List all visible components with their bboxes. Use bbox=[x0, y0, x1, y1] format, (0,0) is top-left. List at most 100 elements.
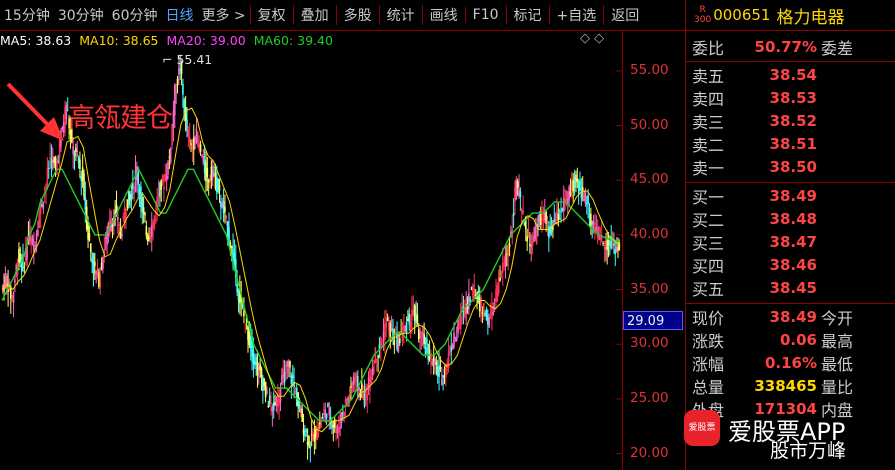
candle bbox=[272, 391, 275, 419]
tool-button-7[interactable]: +自选 bbox=[548, 5, 604, 25]
tool-button-6[interactable]: 标记 bbox=[505, 5, 549, 25]
annotation-text: 高瓴建仓 bbox=[68, 103, 173, 134]
candle bbox=[289, 360, 291, 378]
candle bbox=[325, 413, 328, 425]
candle bbox=[596, 219, 599, 245]
watermark-subtitle: 股市万峰 bbox=[770, 440, 847, 462]
candle bbox=[99, 267, 102, 295]
bid-row-value: 38.47 bbox=[769, 232, 817, 251]
quote-row: 涨跌 0.06 最高 bbox=[686, 328, 853, 351]
candle bbox=[176, 75, 179, 94]
candle bbox=[359, 388, 362, 401]
candle bbox=[548, 221, 550, 252]
ask-row-value: 38.53 bbox=[769, 88, 817, 107]
chart-toolbar: 15分钟 30分钟 60分钟 日线 更多 > 复权 叠加 多股 统计 画线 F10 标记 +自选 返回 bbox=[0, 0, 685, 31]
candle bbox=[579, 171, 581, 192]
candle bbox=[572, 173, 575, 203]
chart-divider bbox=[622, 30, 623, 470]
candle bbox=[447, 337, 450, 373]
quote-row-label2: 今开 bbox=[821, 308, 854, 328]
current-price-tag: 29.09 bbox=[623, 311, 683, 330]
y-tick-label: 55.00 bbox=[630, 61, 669, 78]
bid-row-label: 买五 bbox=[692, 280, 725, 300]
candle bbox=[211, 159, 214, 187]
ask-row-value: 38.50 bbox=[769, 158, 817, 177]
candle bbox=[31, 234, 34, 246]
candle bbox=[423, 322, 425, 349]
ask-row-label: 卖三 bbox=[692, 112, 725, 132]
candle bbox=[603, 241, 606, 263]
y-tick-label: 40.00 bbox=[630, 225, 669, 242]
weibi-row-label2: 委差 bbox=[821, 38, 854, 58]
candle bbox=[400, 319, 402, 335]
bid-row-label: 买四 bbox=[692, 257, 725, 277]
candle bbox=[501, 247, 504, 286]
candle bbox=[228, 212, 230, 244]
tool-button-3[interactable]: 统计 bbox=[378, 5, 422, 25]
bid-row-label: 买一 bbox=[692, 187, 725, 207]
tool-button-1[interactable]: 叠加 bbox=[292, 5, 336, 25]
ask-row: 卖一 38.50 bbox=[686, 156, 817, 179]
candle bbox=[361, 368, 363, 399]
quote-row-label2: 最低 bbox=[821, 354, 854, 374]
tool-button-2[interactable]: 多股 bbox=[335, 5, 379, 25]
quote-row: 涨幅 0.16% 最低 bbox=[686, 351, 853, 374]
candle bbox=[497, 269, 500, 297]
y-tick-label: 45.00 bbox=[630, 171, 669, 188]
peak-price-label: ⌐ 55.41 bbox=[162, 52, 213, 67]
tool-button-8[interactable]: 返回 bbox=[603, 5, 646, 25]
period-tab-4[interactable]: 更多 > bbox=[197, 5, 249, 25]
bid-row: 买四 38.46 bbox=[686, 254, 817, 277]
candle bbox=[526, 228, 528, 251]
candle bbox=[529, 232, 531, 254]
candle bbox=[512, 198, 515, 228]
quote-row-label2: 最高 bbox=[821, 331, 854, 351]
ask-row: 卖五 38.54 bbox=[686, 63, 817, 86]
watermark-logo: 爱股票 bbox=[684, 410, 720, 446]
tool-button-0[interactable]: 复权 bbox=[249, 5, 293, 25]
peak-price-value: 55.41 bbox=[176, 52, 213, 67]
index-tag: R 300 bbox=[694, 5, 711, 25]
ma-legend-item: MA10: 38.65 bbox=[79, 32, 159, 48]
period-tab-2[interactable]: 60分钟 bbox=[108, 5, 162, 25]
ask-row: 卖二 38.51 bbox=[686, 133, 817, 156]
quote-row-label2: 量比 bbox=[821, 378, 854, 398]
ask-row: 卖四 38.53 bbox=[686, 86, 817, 109]
candle bbox=[75, 143, 77, 161]
candle bbox=[340, 412, 343, 429]
candle bbox=[539, 206, 542, 230]
candle bbox=[79, 151, 81, 179]
quote-row-label: 涨幅 bbox=[692, 354, 725, 374]
candle bbox=[274, 394, 276, 406]
weibi-row-value: 50.77% bbox=[754, 37, 817, 56]
candle bbox=[374, 346, 377, 364]
candle bbox=[42, 201, 45, 215]
candle bbox=[531, 232, 534, 255]
bid-row: 买一 38.49 bbox=[686, 184, 817, 207]
ask-row-value: 38.52 bbox=[769, 111, 817, 130]
tool-button-5[interactable]: F10 bbox=[464, 7, 506, 23]
period-tab-3[interactable]: 日线 bbox=[161, 5, 197, 25]
candle bbox=[527, 216, 530, 239]
candle bbox=[541, 200, 543, 233]
candle bbox=[301, 402, 303, 423]
candle bbox=[427, 343, 430, 365]
stock-header[interactable]: R 300 000651 格力电器 bbox=[686, 0, 895, 31]
candle bbox=[515, 176, 518, 201]
candle bbox=[324, 402, 327, 423]
candle bbox=[23, 261, 26, 274]
chart-control-icons[interactable]: ◇ ◇ bbox=[580, 31, 604, 46]
stock-name: 格力电器 bbox=[776, 7, 845, 28]
candle bbox=[153, 215, 156, 231]
candle bbox=[504, 246, 507, 279]
bid-row-label: 买二 bbox=[692, 210, 725, 230]
bid-row-value: 38.45 bbox=[769, 279, 817, 298]
ask-row: 卖三 38.52 bbox=[686, 109, 817, 132]
period-tab-1[interactable]: 30分钟 bbox=[54, 5, 108, 25]
candle bbox=[244, 323, 247, 334]
candle bbox=[73, 150, 76, 171]
tool-button-4[interactable]: 画线 bbox=[421, 5, 465, 25]
candle bbox=[511, 214, 514, 245]
quote-panel: R 300 000651 格力电器 委比 50.77% 委差 卖五 38.54 卖四 38.… bbox=[685, 0, 895, 470]
period-tab-0[interactable]: 15分钟 bbox=[0, 5, 54, 25]
